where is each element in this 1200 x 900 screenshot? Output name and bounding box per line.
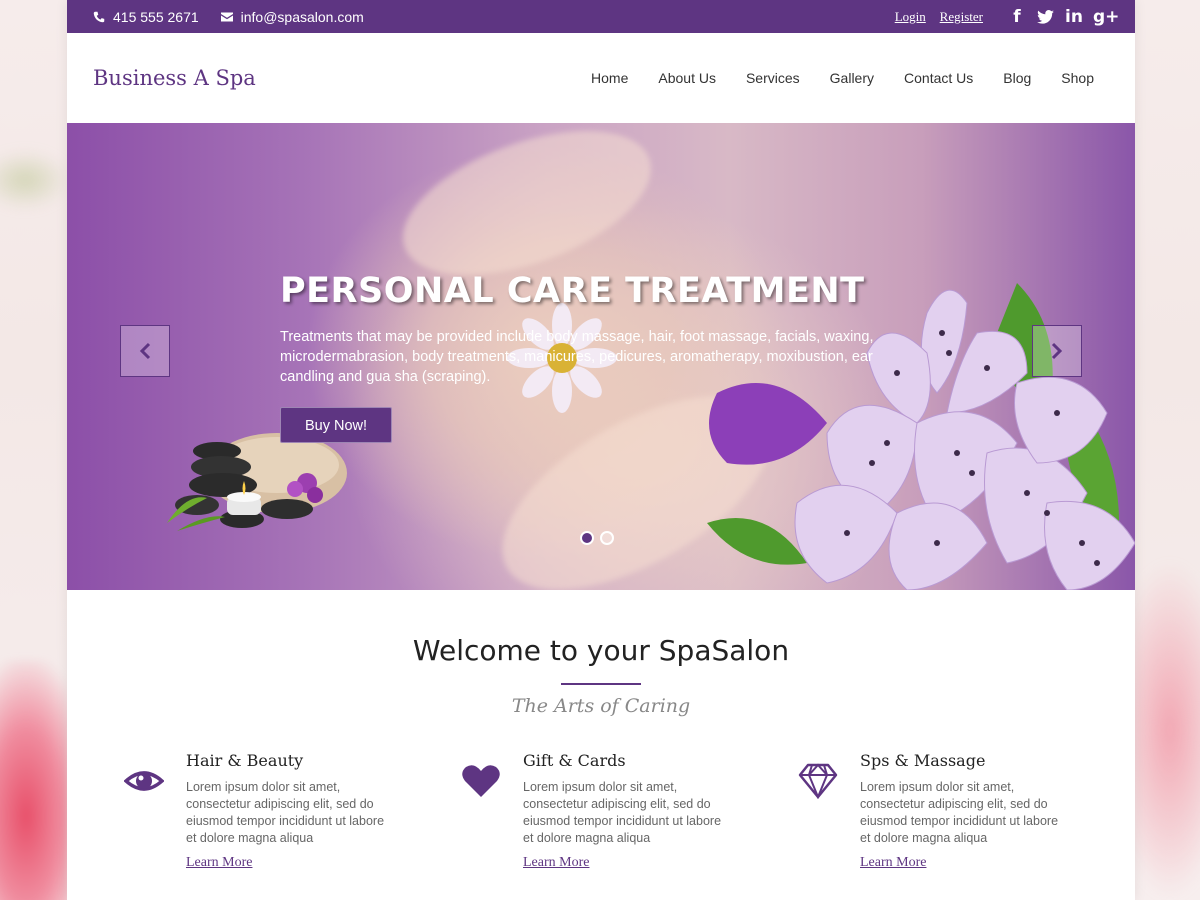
email-address: info@spasalon.com [240,8,364,25]
chevron-left-icon [139,342,151,360]
top-bar: 415 555 2671 info@spasalon.com Login Reg… [67,0,1135,33]
twitter-icon[interactable] [1037,7,1054,27]
nav-contact-us[interactable]: Contact Us [889,70,988,86]
features-row: Hair & Beauty Lorem ipsum dolor sit amet… [67,751,1135,871]
login-link[interactable]: Login [895,9,926,24]
slider-next-button[interactable] [1032,325,1082,377]
learn-more-link[interactable]: Learn More [860,855,926,871]
feature-icon-wrapper [461,751,523,871]
welcome-tagline: The Arts of Caring [511,695,691,717]
welcome-section: Welcome to your SpaSalon The Arts of Car… [67,590,1135,717]
hero-title: PERSONAL CARE TREATMENT [280,271,865,311]
nav-gallery[interactable]: Gallery [815,70,889,86]
facebook-icon[interactable]: f [1009,7,1025,27]
social-links: f in g+ [1009,7,1119,27]
feature-text: Lorem ipsum dolor sit amet, consectetur … [860,780,1059,845]
email-contact[interactable]: info@spasalon.com [220,8,364,25]
site-header: Business A Spa Home About Us Services Ga… [67,33,1135,123]
background-blur-leaf [0,150,70,210]
eye-icon [123,771,165,791]
buy-now-button[interactable]: Buy Now! [280,407,393,443]
envelope-icon [220,12,233,21]
feature-body: Gift & Cards Lorem ipsum dolor sit amet,… [523,751,733,871]
feature-title: Hair & Beauty [186,751,304,770]
nav-shop[interactable]: Shop [1046,70,1109,86]
feature-title: Gift & Cards [523,751,626,770]
feature-body: Hair & Beauty Lorem ipsum dolor sit amet… [186,751,396,871]
nav-services[interactable]: Services [731,70,815,86]
feature-title: Sps & Massage [860,751,986,770]
phone-number: 415 555 2671 [113,8,199,25]
nav-home[interactable]: Home [576,70,643,86]
slider-dots [580,531,614,545]
feature-spa-massage: Sps & Massage Lorem ipsum dolor sit amet… [798,751,1135,871]
chevron-right-icon [1051,342,1063,360]
main-nav: Home About Us Services Gallery Contact U… [576,70,1109,86]
phone-icon [93,11,105,22]
learn-more-link[interactable]: Learn More [186,855,252,871]
diamond-icon [798,763,838,800]
feature-icon-wrapper [798,751,860,871]
slider-prev-button[interactable] [120,325,170,377]
slider-dot-2[interactable] [600,531,614,545]
heart-icon [462,765,500,797]
slider-dot-1[interactable] [580,531,594,545]
welcome-title: Welcome to your SpaSalon [412,634,790,667]
auth-links: Login Register [885,8,983,25]
title-divider [561,683,641,685]
feature-text: Lorem ipsum dolor sit amet, consectetur … [523,780,722,845]
hero-slider: PERSONAL CARE TREATMENT Treatments that … [67,123,1135,590]
nav-about-us[interactable]: About Us [643,70,731,86]
hero-content: PERSONAL CARE TREATMENT Treatments that … [280,271,920,443]
site-logo[interactable]: Business A Spa [93,66,256,90]
nav-blog[interactable]: Blog [988,70,1046,86]
feature-text: Lorem ipsum dolor sit amet, consectetur … [186,780,385,845]
feature-hair-beauty: Hair & Beauty Lorem ipsum dolor sit amet… [123,751,461,871]
feature-icon-wrapper [123,751,186,871]
background-blur-flower-right [1130,560,1200,900]
google-plus-icon[interactable]: g+ [1093,7,1119,27]
feature-gift-cards: Gift & Cards Lorem ipsum dolor sit amet,… [461,751,798,871]
background-blur-flower-left [0,660,70,900]
learn-more-link[interactable]: Learn More [523,855,589,871]
hero-description: Treatments that may be provided include … [280,329,874,385]
register-link[interactable]: Register [940,9,983,24]
site-container: 415 555 2671 info@spasalon.com Login Reg… [67,0,1135,900]
linkedin-icon[interactable]: in [1065,7,1083,27]
feature-body: Sps & Massage Lorem ipsum dolor sit amet… [860,751,1070,871]
phone-contact[interactable]: 415 555 2671 [93,9,199,25]
